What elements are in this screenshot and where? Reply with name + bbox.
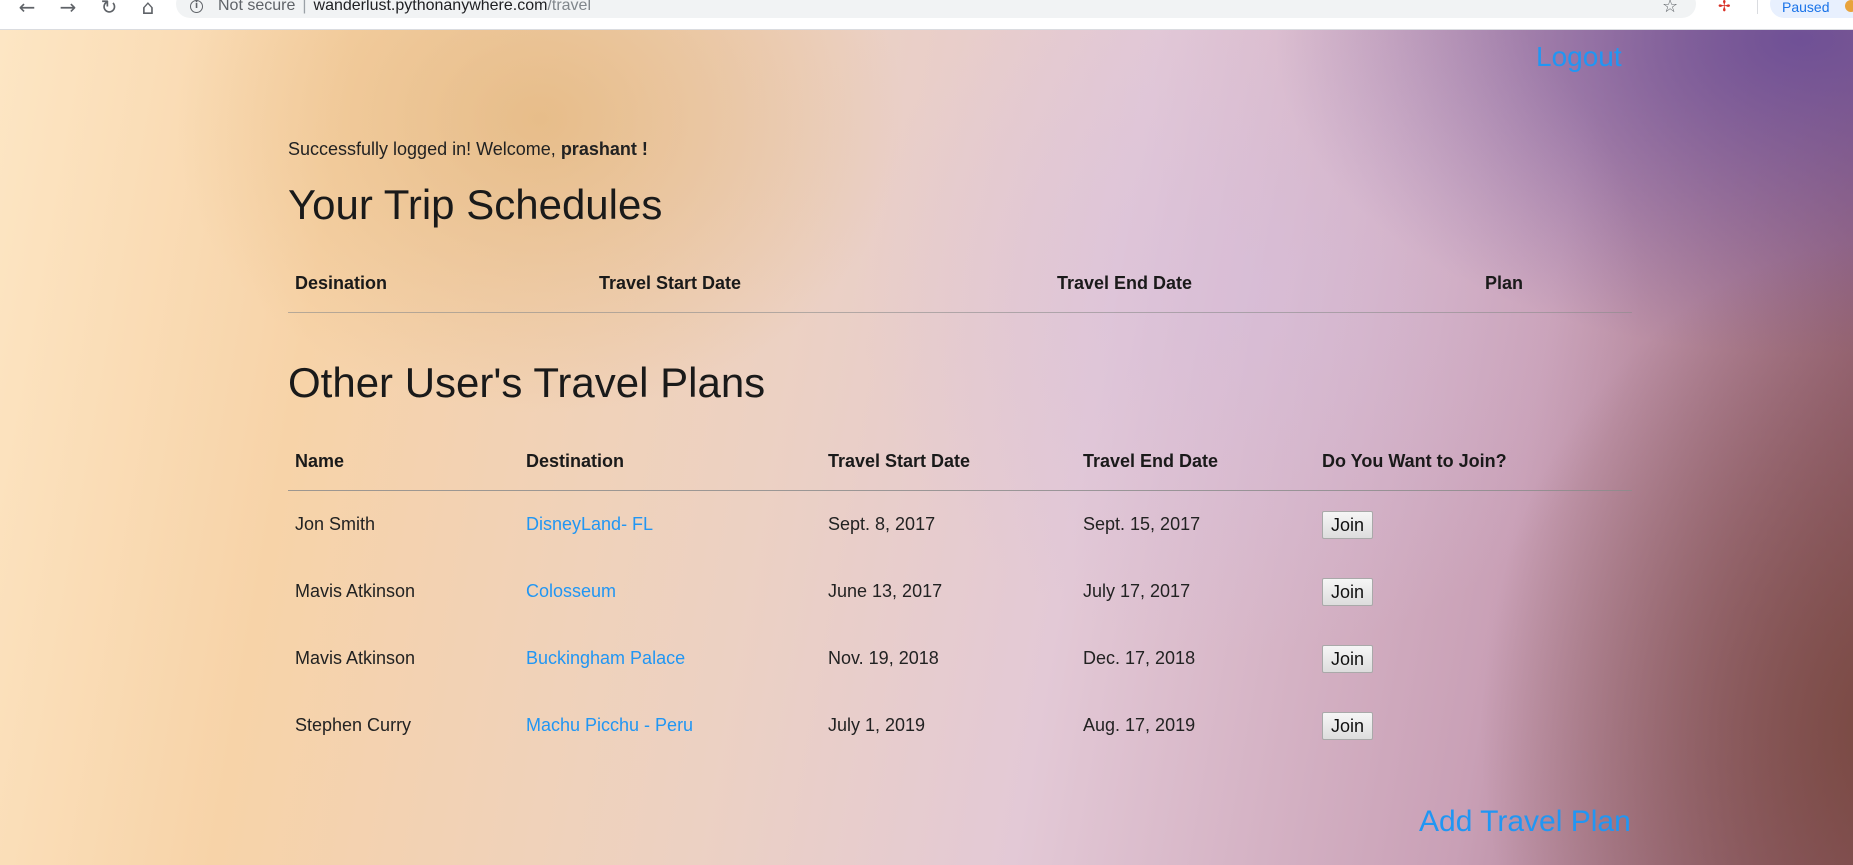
table-header-row: Name Destination Travel Start Date Trave… bbox=[288, 433, 1632, 491]
destination-link[interactable]: Colosseum bbox=[526, 581, 616, 601]
table-header-row: Desination Travel Start Date Travel End … bbox=[288, 255, 1632, 313]
column-header: Travel End Date bbox=[1050, 255, 1478, 313]
table-row: Stephen Curry Machu Picchu - Peru July 1… bbox=[288, 692, 1632, 759]
url-text[interactable]: Not secure | wanderlust.pythonanywhere.com… bbox=[218, 0, 591, 14]
column-header: Travel End Date bbox=[1076, 433, 1315, 491]
other-plans-title: Other User's Travel Plans bbox=[288, 359, 766, 406]
join-cell: Join bbox=[1315, 625, 1632, 692]
end-date: Aug. 17, 2019 bbox=[1083, 715, 1196, 735]
join-button[interactable]: Join bbox=[1322, 711, 1374, 740]
back-arrow-icon[interactable]: ← bbox=[14, 0, 40, 17]
my-trips-table: Desination Travel Start Date Travel End … bbox=[288, 255, 1632, 313]
destination-link[interactable]: Machu Picchu - Peru bbox=[526, 715, 693, 735]
traveler-name: Mavis Atkinson bbox=[295, 648, 416, 668]
start-date: Sept. 8, 2017 bbox=[828, 514, 936, 534]
column-header: Name bbox=[288, 433, 519, 491]
end-date: July 17, 2017 bbox=[1083, 581, 1191, 601]
column-header: Do You Want to Join? bbox=[1315, 433, 1632, 491]
end-date: Sept. 15, 2017 bbox=[1083, 514, 1201, 534]
welcome-prefix: Successfully logged in! Welcome, bbox=[288, 139, 556, 159]
start-date: June 13, 2017 bbox=[828, 581, 943, 601]
table-row: Jon Smith DisneyLand- FL Sept. 8, 2017 S… bbox=[288, 491, 1632, 559]
join-button[interactable]: Join bbox=[1322, 577, 1374, 606]
join-cell: Join bbox=[1315, 491, 1632, 559]
security-label: Not secure bbox=[218, 0, 296, 14]
star-icon[interactable]: ☆ bbox=[1662, 0, 1678, 16]
join-cell: Join bbox=[1315, 692, 1632, 759]
column-header: Travel Start Date bbox=[821, 433, 1076, 491]
end-date: Dec. 17, 2018 bbox=[1083, 648, 1196, 668]
welcome-message: Successfully logged in! Welcome, prashan… bbox=[288, 139, 648, 159]
column-header: Travel Start Date bbox=[592, 255, 1050, 313]
traveler-name: Jon Smith bbox=[295, 514, 376, 534]
info-icon[interactable]: i bbox=[190, 0, 203, 13]
column-header: Destination bbox=[519, 433, 821, 491]
add-travel-plan-link[interactable]: Add Travel Plan bbox=[1419, 805, 1631, 839]
destination-link[interactable]: DisneyLand- FL bbox=[526, 514, 653, 534]
destination-cell: DisneyLand- FL bbox=[519, 491, 821, 559]
column-header: Plan bbox=[1478, 255, 1632, 313]
welcome-username: prashant ! bbox=[560, 139, 648, 159]
traveler-name: Mavis Atkinson bbox=[295, 581, 416, 601]
forward-arrow-icon[interactable]: → bbox=[55, 0, 81, 17]
other-plans-table: Name Destination Travel Start Date Trave… bbox=[288, 433, 1632, 759]
home-icon[interactable]: ⌂ bbox=[135, 0, 161, 17]
profile-status-button[interactable]: Paused bbox=[1770, 0, 1853, 18]
join-button[interactable]: Join bbox=[1322, 644, 1374, 673]
avatar[interactable] bbox=[1845, 0, 1853, 12]
logout-link[interactable]: Logout bbox=[1536, 42, 1622, 72]
start-date: July 1, 2019 bbox=[828, 715, 926, 735]
column-header: Desination bbox=[288, 255, 592, 313]
join-cell: Join bbox=[1315, 558, 1632, 625]
browser-toolbar: ← → ↻ ⌂ i Not secure | wanderlust.pythonan… bbox=[0, 0, 1853, 30]
profile-status-label: Paused bbox=[1782, 0, 1830, 15]
table-row: Mavis Atkinson Buckingham Palace Nov. 19… bbox=[288, 625, 1632, 692]
page-body: Logout Successfully logged in! Welcome, … bbox=[0, 29, 1853, 865]
url-host: wanderlust.pythonanywhere.com bbox=[313, 0, 548, 14]
toolbar-divider bbox=[1757, 0, 1758, 14]
destination-link[interactable]: Buckingham Palace bbox=[526, 648, 685, 668]
table-row: Mavis Atkinson Colosseum June 13, 2017 J… bbox=[288, 558, 1632, 625]
url-path: /travel bbox=[547, 0, 592, 14]
traveler-name: Stephen Curry bbox=[295, 715, 412, 735]
destination-cell: Colosseum bbox=[519, 558, 821, 625]
start-date: Nov. 19, 2018 bbox=[828, 648, 939, 668]
reload-icon[interactable]: ↻ bbox=[96, 0, 122, 17]
destination-cell: Machu Picchu - Peru bbox=[519, 692, 821, 759]
extension-icon[interactable]: ✢ bbox=[1718, 0, 1734, 15]
join-button[interactable]: Join bbox=[1322, 510, 1374, 539]
destination-cell: Buckingham Palace bbox=[519, 625, 821, 692]
address-bar[interactable]: i Not secure | wanderlust.pythonanywhere.c… bbox=[176, 0, 1696, 18]
my-trips-title: Your Trip Schedules bbox=[288, 181, 663, 228]
